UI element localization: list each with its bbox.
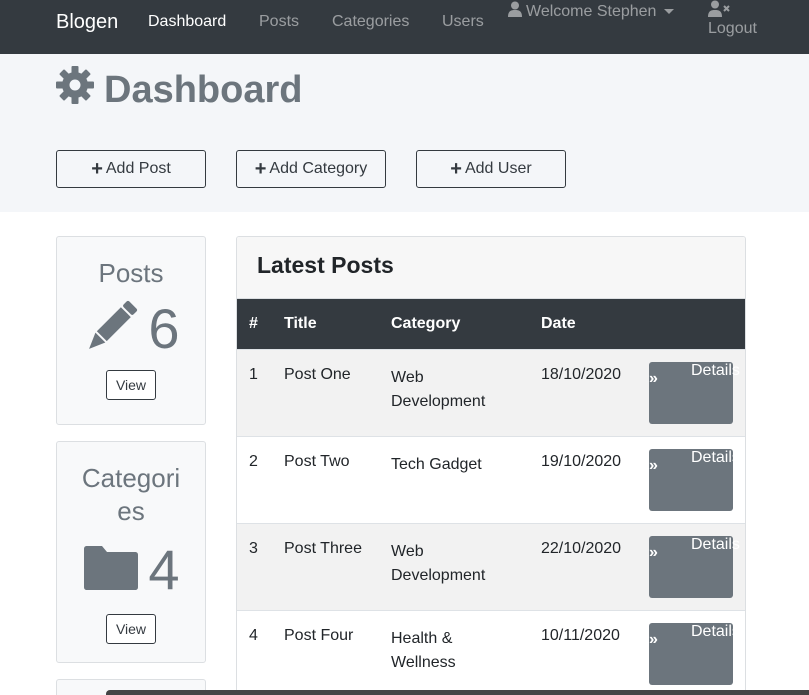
user-times-icon	[708, 0, 768, 18]
row-title: Post Two	[284, 453, 350, 470]
row-title: Post Four	[284, 627, 354, 644]
add-user-label: Add User	[464, 160, 532, 177]
table-row: 4 Post Four Health & Wellness 10/11/2020…	[237, 610, 745, 695]
add-post-label: Add Post	[105, 160, 171, 177]
categories-stat-row: 4	[57, 540, 205, 600]
horizontal-scrollbar[interactable]	[106, 690, 809, 695]
row-date: 18/10/2020	[541, 366, 622, 383]
latest-posts-card: Latest Posts # Title Category Date 1 Pos…	[236, 236, 746, 695]
row-category: Web Development	[391, 369, 486, 410]
categories-view-button[interactable]: View	[106, 614, 156, 644]
add-user-button[interactable]: + Add User	[416, 150, 566, 188]
plus-icon: +	[450, 158, 462, 180]
angle-double-right-icon: »	[649, 544, 658, 561]
row-num: 3	[249, 540, 258, 557]
logout-label: Logout	[708, 20, 757, 37]
row-num: 4	[249, 627, 258, 644]
latest-posts-heading: Latest Posts	[237, 237, 745, 299]
gear-icon	[56, 66, 104, 114]
nav-posts[interactable]: Posts	[259, 13, 299, 31]
page-title: Dashboard	[56, 66, 302, 114]
row-date: 10/11/2020	[541, 627, 620, 644]
nav-categories[interactable]: Categories	[332, 13, 409, 31]
details-label: Details	[691, 449, 740, 466]
logout-link[interactable]: Logout	[708, 0, 768, 38]
details-button[interactable]: » Details	[649, 536, 740, 598]
posts-count: 6	[148, 297, 180, 360]
brand-logo[interactable]: Blogen	[56, 11, 118, 34]
user-dropdown-label: Welcome Stephen	[526, 2, 657, 20]
row-num: 1	[249, 366, 258, 383]
table-row: 3 Post Three Web Development 22/10/2020 …	[237, 523, 745, 610]
col-title: Title	[284, 315, 317, 332]
add-category-label: Add Category	[269, 160, 368, 177]
categories-count: 4	[148, 538, 180, 601]
page-title-text: Dashboard	[104, 68, 303, 111]
caret-down-icon	[664, 9, 675, 14]
user-icon	[508, 1, 526, 22]
navbar: Blogen Dashboard Posts Categories Users …	[0, 0, 809, 54]
row-category: Tech Gadget	[391, 456, 482, 473]
posts-view-button[interactable]: View	[106, 370, 156, 400]
col-num: #	[249, 315, 258, 332]
categories-stat-title: Categori es	[81, 463, 181, 526]
details-button[interactable]: » Details	[649, 623, 740, 685]
angle-double-right-icon: »	[649, 457, 658, 474]
categories-stat-card: Categori es 4 View	[56, 441, 206, 663]
row-category: Web Development	[391, 543, 486, 584]
row-title: Post Three	[284, 540, 362, 557]
add-post-button[interactable]: + Add Post	[56, 150, 206, 188]
details-button[interactable]: » Details	[649, 449, 740, 511]
row-category: Health & Wellness	[391, 630, 456, 671]
details-label: Details	[691, 362, 740, 379]
angle-double-right-icon: »	[649, 370, 658, 387]
table-row: 2 Post Two Tech Gadget 19/10/2020 » Deta…	[237, 436, 745, 523]
angle-double-right-icon: »	[649, 631, 658, 648]
row-date: 19/10/2020	[541, 453, 622, 470]
plus-icon: +	[254, 158, 267, 180]
details-label: Details	[691, 536, 740, 553]
row-date: 22/10/2020	[541, 540, 622, 557]
add-category-button[interactable]: + Add Category	[236, 150, 386, 188]
nav-users[interactable]: Users	[442, 13, 484, 31]
pencil-icon	[82, 298, 140, 361]
row-num: 2	[249, 453, 258, 470]
posts-stat-card: Posts 6 View	[56, 236, 206, 425]
col-date: Date	[541, 315, 576, 332]
posts-stat-row: 6	[57, 298, 205, 360]
col-category: Category	[391, 315, 461, 332]
nav-dashboard[interactable]: Dashboard	[148, 13, 226, 31]
details-button[interactable]: » Details	[649, 362, 740, 424]
user-dropdown[interactable]: Welcome Stephen	[508, 1, 675, 22]
page-header: Dashboard + Add Post + Add Category + Ad…	[0, 54, 809, 212]
table-row: 1 Post One Web Development 18/10/2020 » …	[237, 349, 745, 436]
table-header: # Title Category Date	[237, 299, 745, 349]
posts-stat-title: Posts	[98, 258, 164, 288]
folder-icon	[82, 545, 140, 596]
plus-icon: +	[91, 158, 103, 180]
row-title: Post One	[284, 366, 351, 383]
details-label: Details	[691, 623, 740, 640]
